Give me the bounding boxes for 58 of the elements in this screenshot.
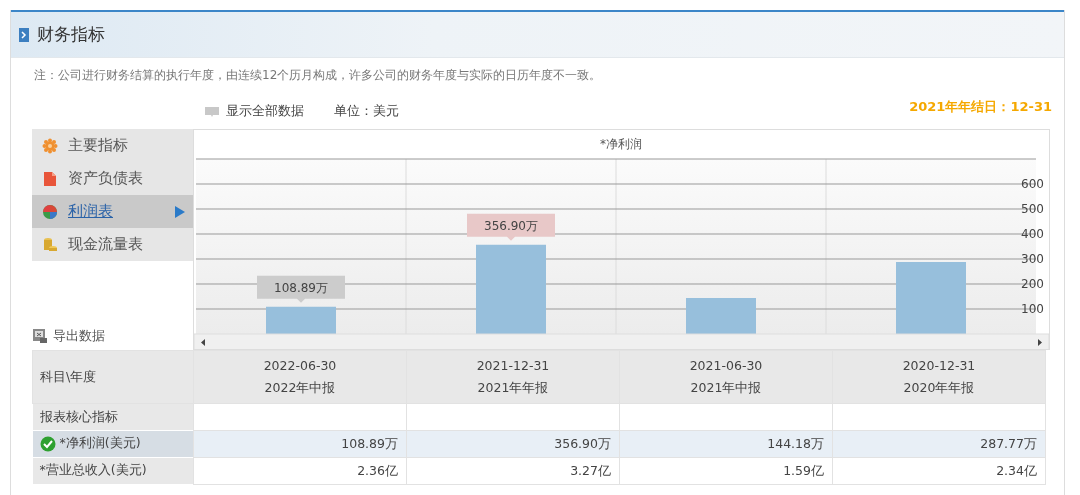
axis-label: 400 [1021, 227, 1044, 241]
column-date: 2020-12-31 [901, 357, 977, 375]
menu-item[interactable]: 资产负债表 [32, 162, 193, 195]
column-date: 2021-06-30 [688, 357, 764, 375]
chart-title: *净利润 [600, 137, 642, 151]
table-cell: 356.90万 [406, 430, 620, 458]
note-text: 注：公司进行财务结算的执行年度，由连续12个历月构成，许多公司的财务年度与实际的日历年度不一致。 [33, 67, 603, 84]
unit-label: 单位：美元 [334, 103, 399, 120]
menu-item[interactable]: 主要指标 [32, 129, 193, 162]
scrollbar[interactable] [194, 333, 1049, 349]
table-cell: 287.77万 [832, 430, 1046, 458]
row-label: 报表核心指标 [39, 408, 118, 426]
axis-label: 500 [1021, 202, 1044, 216]
axis-label: 300 [1021, 252, 1044, 266]
table-cell: 144.18万 [619, 430, 833, 458]
chevron-icon [19, 27, 29, 42]
bar[interactable] [476, 244, 546, 334]
check-icon [39, 435, 56, 452]
axis-label: 200 [1021, 277, 1044, 291]
table-row[interactable]: *净利润(美元) 108.89万 356.90万 144.18万 287.77万 [32, 430, 1046, 458]
menu-item[interactable]: 利润表 [32, 195, 193, 228]
table-cell: 108.89万 [193, 430, 407, 458]
table-row[interactable]: 报表核心指标 [32, 403, 1046, 431]
column-report: 2021年年报 [476, 379, 550, 397]
bar[interactable] [896, 262, 966, 334]
menu-item[interactable]: 现金流量表 [32, 228, 193, 261]
show-all-link[interactable]: 显示全部数据 [204, 103, 304, 120]
row-label: *营业总收入(美元) [39, 462, 147, 479]
column-report: 2020年年报 [902, 379, 976, 397]
column-report: 2021年中报 [689, 379, 763, 397]
axis-label: 100 [1021, 302, 1044, 316]
table-cell: 3.27亿 [406, 457, 620, 485]
export-link[interactable]: 导出数据 [32, 326, 193, 346]
bar[interactable] [686, 298, 756, 334]
bar[interactable] [266, 306, 336, 334]
table-cell: 2.36亿 [193, 457, 407, 485]
axis-label: 600 [1021, 177, 1044, 191]
pie-chart-icon [42, 203, 58, 220]
table-header: 科目\年度 [32, 350, 194, 404]
column-date: 2022-06-30 [262, 357, 338, 375]
row-label: *净利润(美元) [59, 435, 141, 452]
export-icon [32, 328, 48, 344]
value-label: 108.89万 [257, 275, 345, 303]
annotation: 108.89万 [274, 280, 328, 295]
speech-bubble-icon [204, 105, 220, 118]
arrow-right-icon [175, 205, 185, 218]
table-row[interactable]: *营业总收入(美元) 2.36亿 3.27亿 1.59亿 2.34亿 [32, 457, 1046, 485]
gear-icon [42, 137, 58, 154]
section-title: 财务指标 [37, 23, 105, 46]
coins-icon [42, 236, 58, 253]
column-report: 2022年中报 [263, 379, 337, 397]
fiscal-year-end: 2021年年结日：12-31 [909, 97, 1052, 116]
table-cell: 2.34亿 [832, 457, 1046, 485]
column-date: 2021-12-31 [475, 357, 551, 375]
table-cell: 1.59亿 [619, 457, 833, 485]
document-icon [42, 170, 58, 187]
annotation: 356.90万 [484, 218, 538, 233]
value-label: 356.90万 [467, 213, 555, 241]
